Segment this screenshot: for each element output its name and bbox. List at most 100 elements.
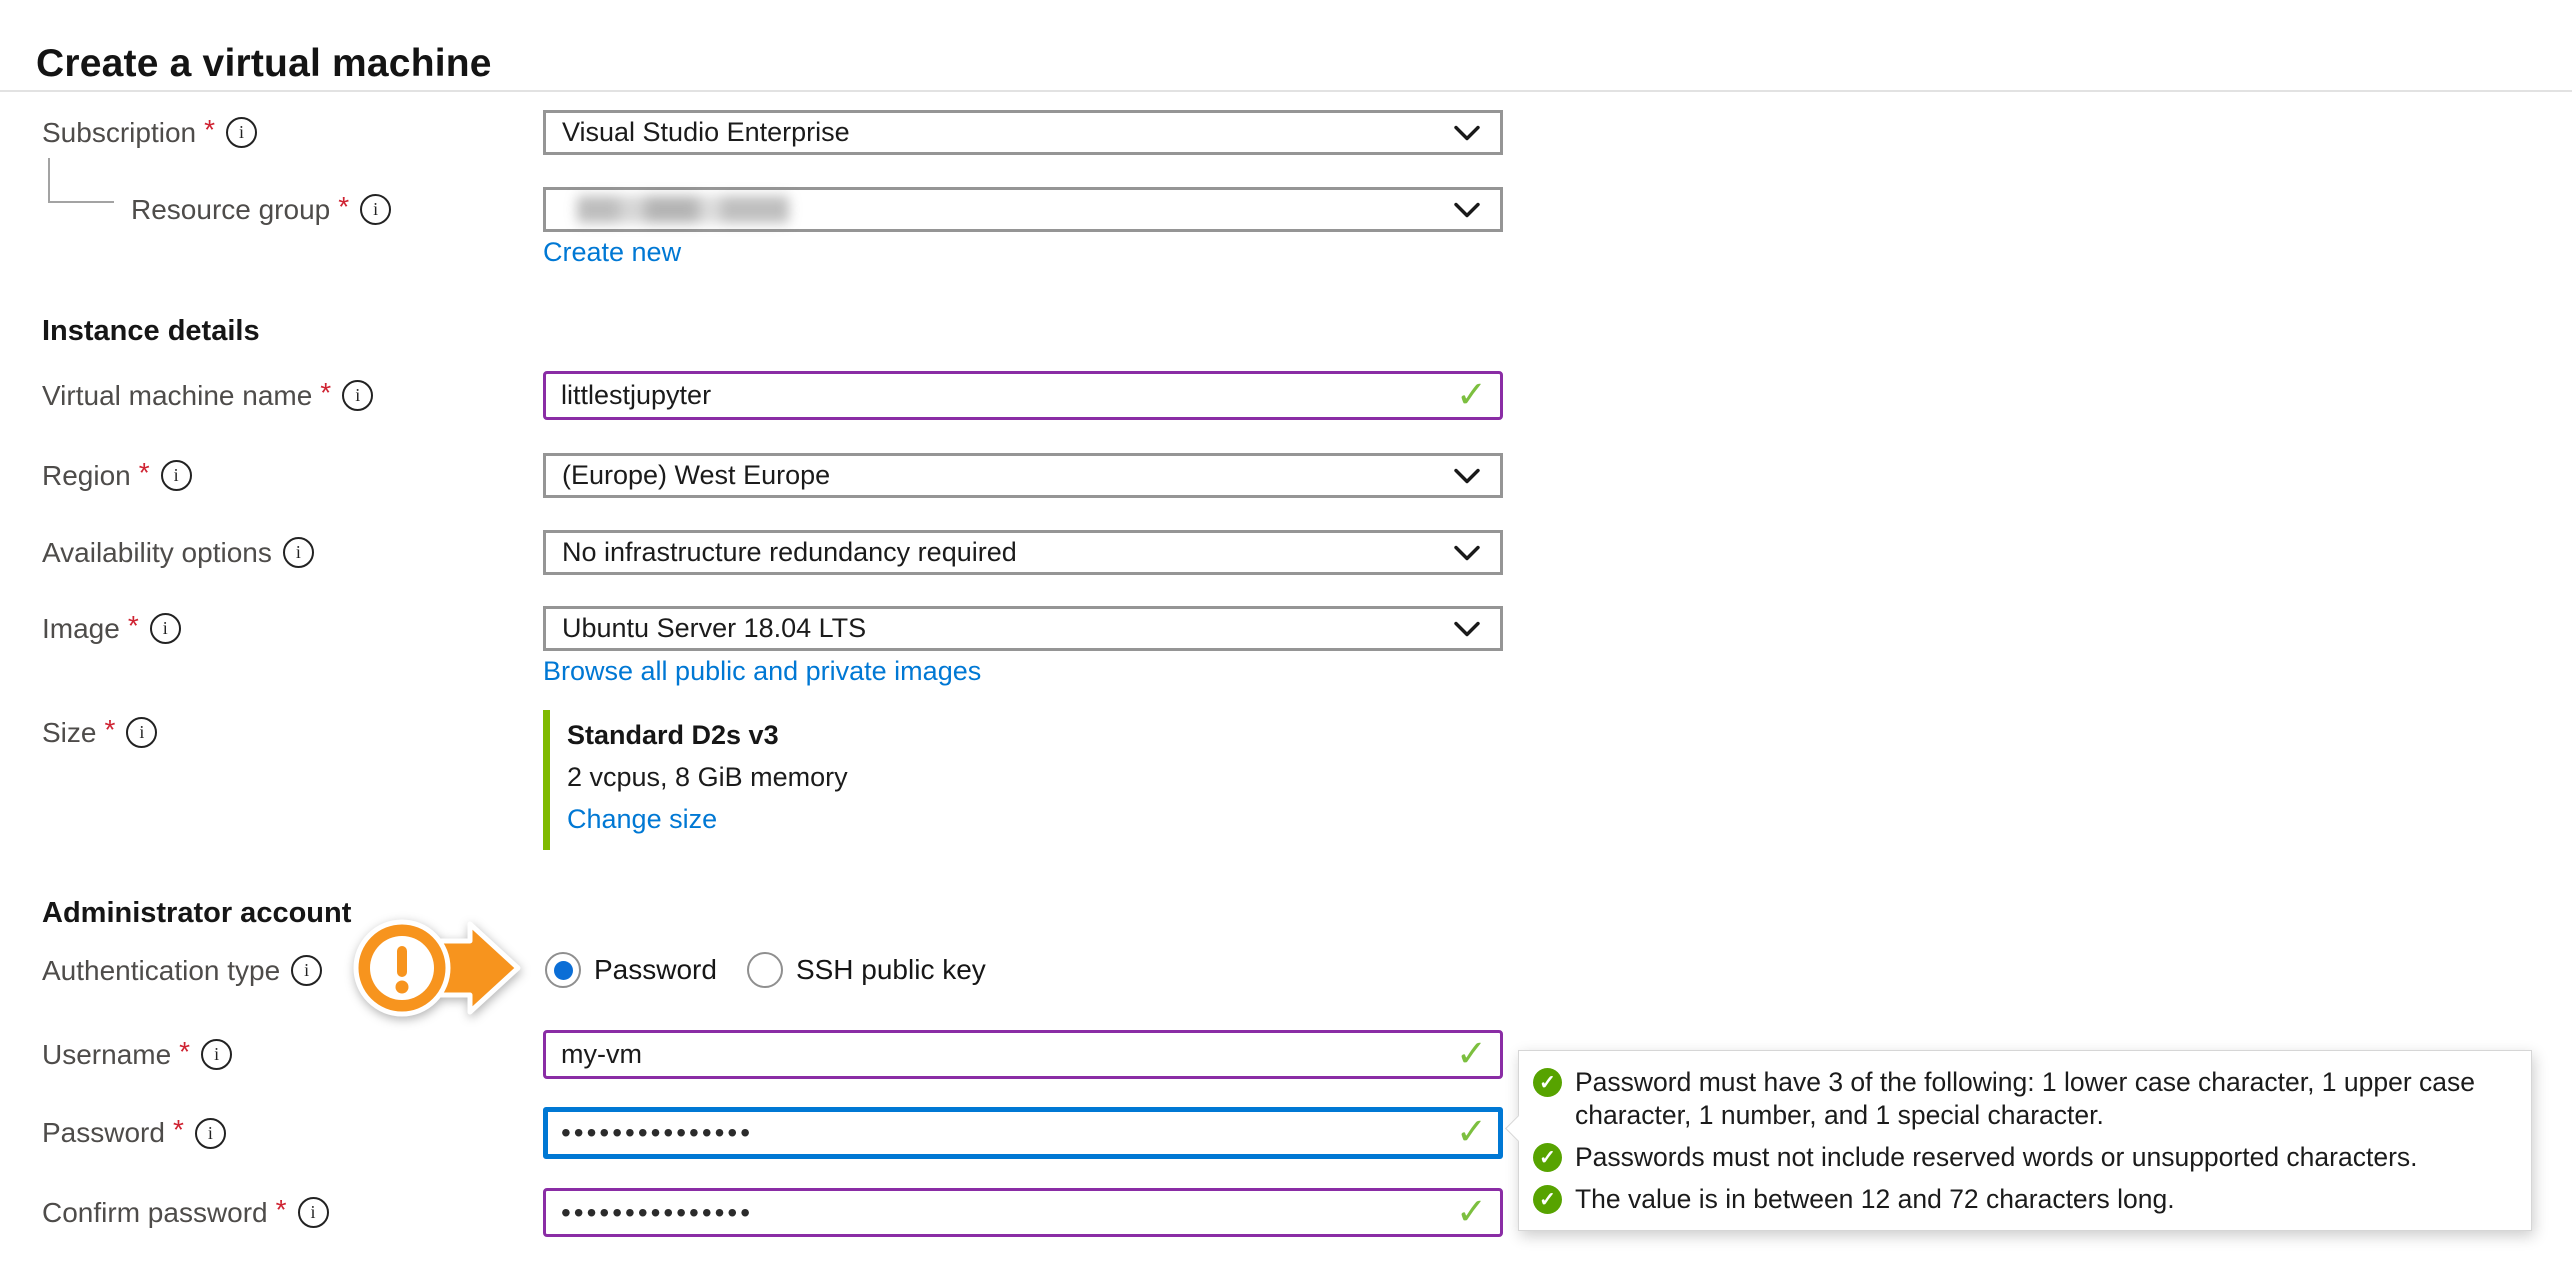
auth-type-label: Authentication type: [42, 955, 280, 987]
radio-ssh-label: SSH public key: [796, 954, 986, 986]
instance-details-header: Instance details: [42, 315, 260, 348]
required-asterisk: *: [128, 610, 139, 642]
size-summary-block: Standard D2s v3 2 vcpus, 8 GiB memory Ch…: [543, 710, 1267, 850]
region-label: Region: [42, 460, 131, 492]
image-value: Ubuntu Server 18.04 LTS: [562, 613, 866, 644]
password-label: Password: [42, 1117, 165, 1149]
subscription-value: Visual Studio Enterprise: [562, 117, 850, 148]
info-icon[interactable]: i: [195, 1118, 226, 1149]
subscription-dropdown[interactable]: Visual Studio Enterprise: [543, 110, 1503, 155]
required-asterisk: *: [139, 457, 150, 489]
check-circle-icon: ✓: [1533, 1143, 1562, 1172]
chevron-down-icon: [1454, 537, 1480, 568]
size-specs: 2 vcpus, 8 GiB memory: [567, 756, 1267, 798]
info-icon[interactable]: i: [283, 537, 314, 568]
password-rules-tooltip: ✓ Password must have 3 of the following:…: [1518, 1050, 2532, 1231]
change-size-link[interactable]: Change size: [567, 798, 717, 840]
radio-password[interactable]: Password: [545, 952, 717, 988]
vm-name-label: Virtual machine name: [42, 380, 312, 412]
confirm-password-label: Confirm password: [42, 1197, 268, 1229]
create-new-link[interactable]: Create new: [543, 237, 681, 268]
radio-ssh-public-key[interactable]: SSH public key: [747, 952, 986, 988]
availability-label-row: Availability options i: [42, 530, 314, 575]
required-asterisk: *: [104, 714, 115, 746]
info-icon[interactable]: i: [291, 955, 322, 986]
auth-type-radio-group: Password SSH public key: [545, 952, 986, 988]
confirm-password-label-row: Confirm password * i: [42, 1188, 329, 1237]
size-label: Size: [42, 717, 96, 749]
password-label-row: Password * i: [42, 1108, 226, 1158]
chevron-down-icon: [1454, 613, 1480, 644]
subscription-label: Subscription: [42, 117, 196, 149]
availability-value: No infrastructure redundancy required: [562, 537, 1017, 568]
warning-pointer-icon: [352, 913, 524, 1023]
username-label-row: Username * i: [42, 1030, 232, 1079]
tooltip-rule-row: ✓ Passwords must not include reserved wo…: [1533, 1141, 2515, 1174]
confirm-password-input[interactable]: [543, 1188, 1503, 1237]
required-asterisk: *: [276, 1194, 287, 1226]
availability-dropdown[interactable]: No infrastructure redundancy required: [543, 530, 1503, 575]
chevron-down-icon: [1454, 194, 1480, 225]
required-asterisk: *: [173, 1114, 184, 1146]
tree-connector-horizontal: [48, 201, 114, 203]
chevron-down-icon: [1454, 460, 1480, 491]
required-asterisk: *: [204, 114, 215, 146]
radio-selected-icon: [545, 952, 581, 988]
password-input[interactable]: [543, 1107, 1503, 1159]
region-label-row: Region * i: [42, 453, 192, 498]
region-value: (Europe) West Europe: [562, 460, 830, 491]
username-label: Username: [42, 1039, 171, 1071]
auth-type-label-row: Authentication type i: [42, 948, 322, 993]
confirm-password-field: ✓: [543, 1188, 1503, 1237]
valid-check-icon: ✓: [1456, 376, 1487, 413]
resource-group-dropdown[interactable]: [543, 187, 1503, 232]
image-label: Image: [42, 613, 120, 645]
required-asterisk: *: [320, 377, 331, 409]
radio-unselected-icon: [747, 952, 783, 988]
vm-name-input[interactable]: [543, 371, 1503, 420]
valid-check-icon: ✓: [1456, 1035, 1487, 1072]
image-dropdown[interactable]: Ubuntu Server 18.04 LTS: [543, 606, 1503, 651]
info-icon[interactable]: i: [298, 1197, 329, 1228]
subscription-label-row: Subscription * i: [42, 110, 257, 155]
vm-name-label-row: Virtual machine name * i: [42, 371, 373, 420]
tooltip-rule-text: The value is in between 12 and 72 charac…: [1575, 1183, 2175, 1216]
info-icon[interactable]: i: [126, 717, 157, 748]
info-icon[interactable]: i: [150, 613, 181, 644]
image-label-row: Image * i: [42, 606, 181, 651]
info-icon[interactable]: i: [226, 117, 257, 148]
administrator-account-header: Administrator account: [42, 897, 351, 930]
header-divider: [0, 90, 2572, 92]
radio-password-label: Password: [594, 954, 717, 986]
resource-group-label: Resource group: [131, 194, 330, 226]
tooltip-caret: [1505, 1115, 1532, 1142]
chevron-down-icon: [1454, 117, 1480, 148]
info-icon[interactable]: i: [201, 1039, 232, 1070]
availability-label: Availability options: [42, 537, 272, 569]
browse-images-link[interactable]: Browse all public and private images: [543, 656, 981, 687]
region-dropdown[interactable]: (Europe) West Europe: [543, 453, 1503, 498]
username-input[interactable]: [543, 1030, 1503, 1079]
password-field: ✓: [543, 1107, 1503, 1159]
tooltip-rule-text: Passwords must not include reserved word…: [1575, 1141, 2418, 1174]
info-icon[interactable]: i: [161, 460, 192, 491]
tooltip-rule-text: Password must have 3 of the following: 1…: [1575, 1066, 2515, 1132]
tooltip-rule-row: ✓ The value is in between 12 and 72 char…: [1533, 1183, 2515, 1216]
vm-name-field: ✓: [543, 371, 1503, 420]
valid-check-icon: ✓: [1456, 1193, 1487, 1230]
page-title: Create a virtual machine: [36, 42, 492, 86]
size-name: Standard D2s v3: [567, 714, 1267, 756]
info-icon[interactable]: i: [342, 380, 373, 411]
tooltip-rule-row: ✓ Password must have 3 of the following:…: [1533, 1066, 2515, 1132]
required-asterisk: *: [338, 191, 349, 223]
required-asterisk: *: [179, 1036, 190, 1068]
check-circle-icon: ✓: [1533, 1068, 1562, 1097]
tree-connector-vertical: [48, 158, 50, 203]
resource-group-redacted-value: [577, 196, 789, 223]
username-field: ✓: [543, 1030, 1503, 1079]
size-label-row: Size * i: [42, 710, 157, 755]
info-icon[interactable]: i: [360, 194, 391, 225]
valid-check-icon: ✓: [1456, 1113, 1487, 1150]
check-circle-icon: ✓: [1533, 1185, 1562, 1214]
resource-group-label-row: Resource group * i: [131, 187, 391, 232]
